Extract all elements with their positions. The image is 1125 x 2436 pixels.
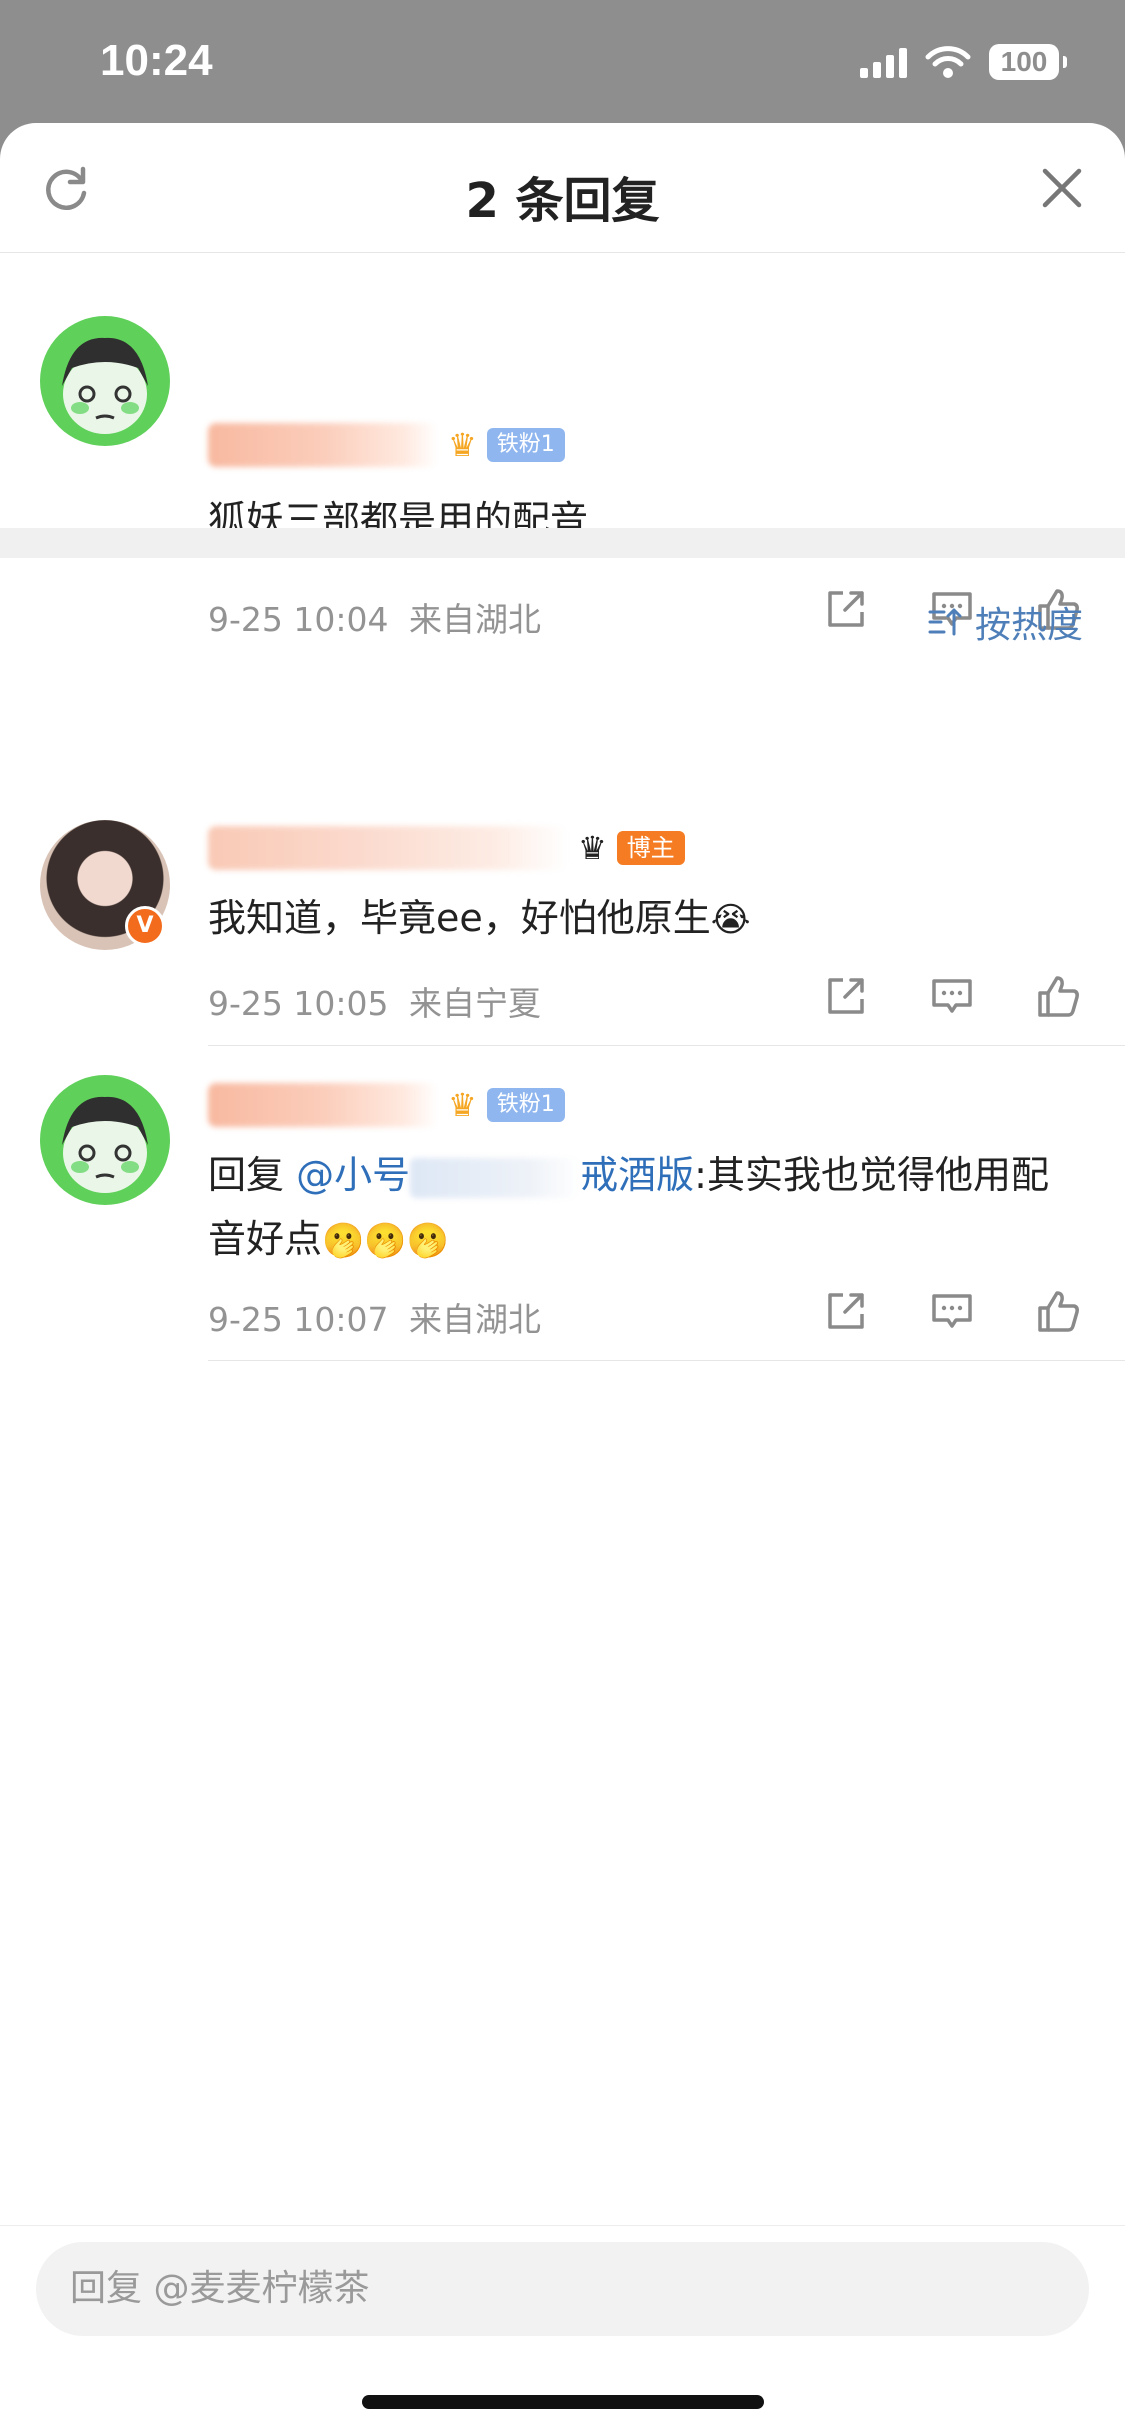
username[interactable]	[208, 423, 438, 467]
home-indicator	[362, 2395, 764, 2409]
comment-meta: 9-25 10:04 来自湖北	[208, 593, 541, 641]
status-bar: 10:24 100	[0, 0, 1125, 125]
comment-location: 来自湖北	[409, 600, 541, 639]
reply-location: 来自宁夏	[409, 984, 541, 1023]
reply-location: 来自湖北	[409, 1300, 541, 1339]
avatar-illustration	[62, 1096, 148, 1193]
username-row: ♛ 铁粉1	[208, 423, 565, 467]
share-icon[interactable]	[823, 586, 869, 632]
username[interactable]	[208, 1083, 438, 1127]
replies-sheet: 2 条回复 ♛ 铁粉1 狐妖三部都是用的配音 9-25 10:04 来自湖北 按…	[0, 123, 1125, 2436]
share-icon[interactable]	[823, 1288, 869, 1334]
reply-area-border	[0, 2225, 1125, 2226]
sort-label: 按热度	[974, 605, 1083, 646]
avatar[interactable]	[40, 316, 170, 446]
crown-icon: ♛	[448, 1086, 477, 1124]
sheet-title: 2 条回复	[465, 173, 660, 229]
fan-level-badge: 铁粉1	[486, 428, 565, 462]
comment-time: 9-25 10:04	[208, 600, 389, 639]
crown-icon: ♛	[448, 426, 477, 464]
share-icon[interactable]	[823, 973, 869, 1019]
crying-emoji: 😭	[710, 900, 751, 940]
username-row: ♛ 博主	[208, 826, 685, 870]
crown-icon: ♛	[578, 829, 607, 867]
reply-actions	[823, 973, 1081, 1019]
sort-icon	[928, 608, 962, 636]
blogger-badge: 博主	[616, 831, 685, 865]
sheet-header: 2 条回复	[0, 123, 1125, 253]
reply-input[interactable]: 回复 @麦麦柠檬茶	[36, 2242, 1089, 2336]
wifi-icon	[925, 46, 971, 78]
reply-actions	[823, 1288, 1081, 1334]
fan-level-badge: 铁粉1	[486, 1088, 565, 1122]
mention-start: @小号	[296, 1153, 411, 1197]
reply-separator	[208, 1045, 1125, 1046]
close-icon[interactable]	[1039, 165, 1085, 211]
username-row: ♛ 铁粉1	[208, 1083, 565, 1127]
reply-text: 我知道，毕竟ee，好怕他原生😭	[208, 886, 1055, 952]
mention-blurred	[410, 1157, 581, 1198]
mention-end: 戒酒版	[580, 1153, 695, 1197]
avatar-illustration	[62, 337, 148, 434]
shy-emoji: 🫢🫢🫢	[322, 1221, 450, 1261]
username[interactable]	[208, 826, 568, 870]
like-icon[interactable]	[1035, 1288, 1081, 1334]
avatar[interactable]	[40, 1075, 170, 1205]
section-divider	[0, 528, 1125, 558]
reply-text: 回复 @小号 戒酒版:其实我也觉得他用配音好点🫢🫢🫢	[208, 1143, 1055, 1273]
reply-time: 9-25 10:07	[208, 1300, 389, 1339]
like-icon[interactable]	[1035, 973, 1081, 1019]
status-time: 10:24	[100, 36, 213, 85]
reply-time: 9-25 10:05	[208, 984, 389, 1023]
reply-separator	[208, 1360, 1125, 1361]
verified-badge: V	[125, 906, 165, 946]
comment-icon[interactable]	[929, 1288, 975, 1334]
reply-meta: 9-25 10:07 来自湖北	[208, 1293, 541, 1341]
reply-meta: 9-25 10:05 来自宁夏	[208, 977, 541, 1025]
battery-indicator: 100	[989, 44, 1067, 80]
sort-by-hot-button[interactable]: 按热度	[927, 596, 1083, 648]
mention-link[interactable]: @小号 戒酒版	[296, 1153, 695, 1198]
cellular-signal-icon	[860, 46, 907, 78]
comment-icon[interactable]	[929, 973, 975, 1019]
reply-prefix: 回复	[208, 1153, 285, 1197]
reply-text-body: 我知道，毕竟ee，好怕他原生	[208, 896, 711, 940]
status-icons: 100	[860, 44, 1067, 80]
